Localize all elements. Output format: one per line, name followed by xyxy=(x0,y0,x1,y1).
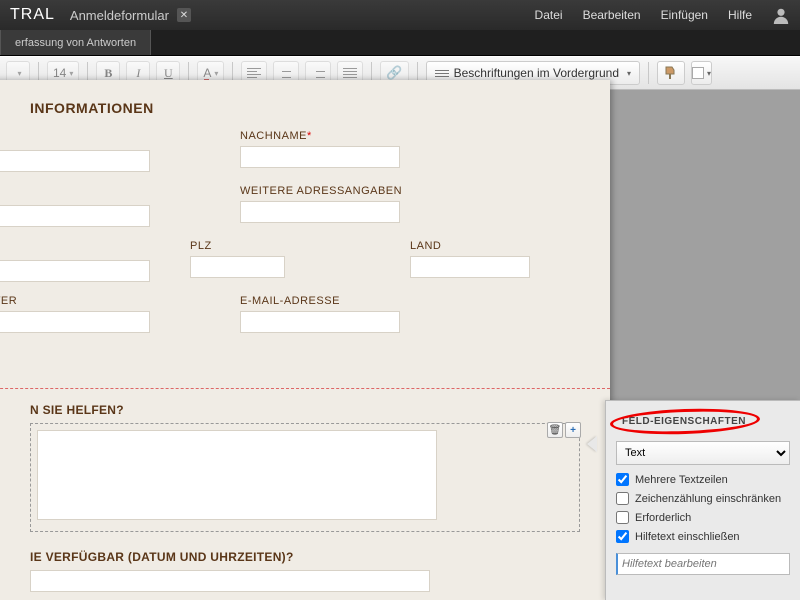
panel-connector-icon xyxy=(587,436,597,452)
brand: TRAL xyxy=(10,6,55,24)
question1-textarea[interactable] xyxy=(37,430,437,520)
form-canvas: INFORMATIONEN NACHNAME* WEITERE ADRESSAN… xyxy=(0,80,610,600)
tab-responses[interactable]: erfassung von Antworten xyxy=(0,30,151,55)
who-input[interactable] xyxy=(0,311,150,333)
country-label: LAND xyxy=(410,240,530,252)
multiline-checkbox[interactable] xyxy=(616,473,629,486)
who-label: WER xyxy=(0,295,150,307)
helptext-input[interactable] xyxy=(616,553,790,575)
section-divider xyxy=(0,388,610,389)
caption-mode-label: Beschriftungen im Vordergrund xyxy=(454,66,619,80)
add-field-icon[interactable]: + xyxy=(565,422,581,438)
helptext-checkbox-row[interactable]: Hilfetext einschließen xyxy=(616,530,790,543)
main-menu: Datei Bearbeiten Einfügen Hilfe xyxy=(535,8,752,22)
question2-input[interactable] xyxy=(30,570,430,592)
section-heading: INFORMATIONEN xyxy=(30,100,580,116)
zip-input[interactable] xyxy=(190,256,285,278)
menu-edit[interactable]: Bearbeiten xyxy=(583,8,641,22)
panel-title: FELD-EIGENSCHAFTEN xyxy=(616,414,752,429)
address2-input[interactable] xyxy=(240,201,400,223)
email-input[interactable] xyxy=(240,311,400,333)
highlight-ring-icon xyxy=(610,406,761,436)
zip-label: PLZ xyxy=(190,240,285,252)
lastname-label: NACHNAME* xyxy=(240,130,400,142)
menu-insert[interactable]: Einfügen xyxy=(661,8,708,22)
selected-field-frame[interactable]: 🗑 + xyxy=(30,423,580,532)
close-document-icon[interactable]: ✕ xyxy=(177,8,191,22)
address2-label: WEITERE ADRESSANGABEN xyxy=(240,185,402,197)
color-swatch-button[interactable]: ▾ xyxy=(691,61,712,85)
format-painter-button[interactable] xyxy=(657,61,685,85)
required-checkbox[interactable] xyxy=(616,511,629,524)
city-input[interactable] xyxy=(0,260,150,282)
document-title: Anmeldeformular xyxy=(70,8,169,23)
firstname-input[interactable] xyxy=(0,150,150,172)
titlebar: TRAL Anmeldeformular ✕ Datei Bearbeiten … xyxy=(0,0,800,30)
lastname-input[interactable] xyxy=(240,146,400,168)
address-input[interactable] xyxy=(0,205,150,227)
menu-help[interactable]: Hilfe xyxy=(728,8,752,22)
user-icon[interactable] xyxy=(772,6,790,24)
charlimit-checkbox-row[interactable]: Zeichenzählung einschränken xyxy=(616,492,790,505)
question2-label: IE VERFÜGBAR (DATUM UND UHRZEITEN)? xyxy=(30,550,580,564)
charlimit-checkbox[interactable] xyxy=(616,492,629,505)
menu-file[interactable]: Datei xyxy=(535,8,563,22)
required-checkbox-row[interactable]: Erforderlich xyxy=(616,511,790,524)
tabbar: erfassung von Antworten xyxy=(0,30,800,56)
delete-field-icon[interactable]: 🗑 xyxy=(547,422,563,438)
email-label: E-MAIL-ADRESSE xyxy=(240,295,400,307)
workspace: INFORMATIONEN NACHNAME* WEITERE ADRESSAN… xyxy=(0,90,800,600)
field-type-select[interactable]: Text xyxy=(616,441,790,465)
multiline-checkbox-row[interactable]: Mehrere Textzeilen xyxy=(616,473,790,486)
helptext-checkbox[interactable] xyxy=(616,530,629,543)
field-properties-panel: FELD-EIGENSCHAFTEN Text Mehrere Textzeil… xyxy=(605,400,800,600)
country-input[interactable] xyxy=(410,256,530,278)
question1-label: N SIE HELFEN? xyxy=(30,403,580,417)
